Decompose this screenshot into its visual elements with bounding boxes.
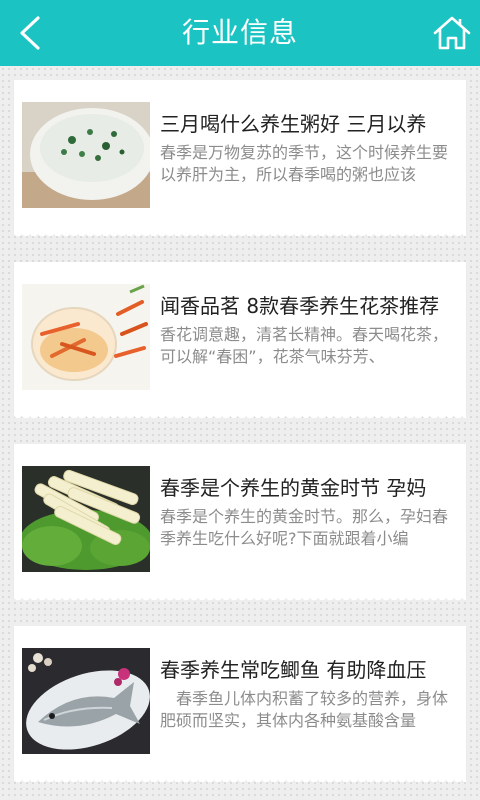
bamboo-shoots-image [22,466,150,572]
article-card[interactable]: 闻香品茗 8款春季养生花茶推荐 香花调意趣，清茗长精神。春天喝花茶，可以解“春困… [14,262,466,420]
article-thumbnail [22,648,150,754]
page-title: 行业信息 [181,16,298,49]
article-summary: 春季是个养生的黄金时节。那么，孕妇春季养生吃什么好呢?下面就跟着小编 [160,507,449,548]
article-summary: 春季鱼儿体内积蓄了较多的营养，身体肥硕而坚实，其体内各种氨基酸含量 [160,689,449,730]
home-icon [433,16,471,50]
fish-image [22,648,150,754]
article-title: 三月喝什么养生粥好 三月以养 [160,112,427,136]
article-title: 春季养生常吃鲫鱼 有助降血压 [160,658,427,682]
article-card[interactable]: 春季养生常吃鲫鱼 有助降血压 春季鱼儿体内积蓄了较多的营养，身体肥硕而坚实，其体… [14,626,466,784]
flower-tea-image [22,284,150,390]
article-card[interactable]: 春季是个养生的黄金时节 孕妈 春季是个养生的黄金时节。那么，孕妇春季养生吃什么好… [14,444,466,602]
article-summary: 香花调意趣，清茗长精神。春天喝花茶，可以解“春困”，花茶气味芬芳、 [160,325,449,366]
article-summary: 春季是万物复苏的季节，这个时候养生要以养肝为主，所以春季喝的粥也应该 [160,143,449,184]
article-title: 春季是个养生的黄金时节 孕妈 [160,476,427,500]
app-header: 行业信息 [0,0,480,66]
article-card[interactable]: 三月喝什么养生粥好 三月以养 春季是万物复苏的季节，这个时候养生要以养肝为主，所… [14,80,466,238]
home-button[interactable] [432,14,472,52]
porridge-image [22,102,150,208]
article-thumbnail [22,102,150,208]
article-thumbnail [22,284,150,390]
article-thumbnail [22,466,150,572]
article-title: 闻香品茗 8款春季养生花茶推荐 [160,294,440,318]
